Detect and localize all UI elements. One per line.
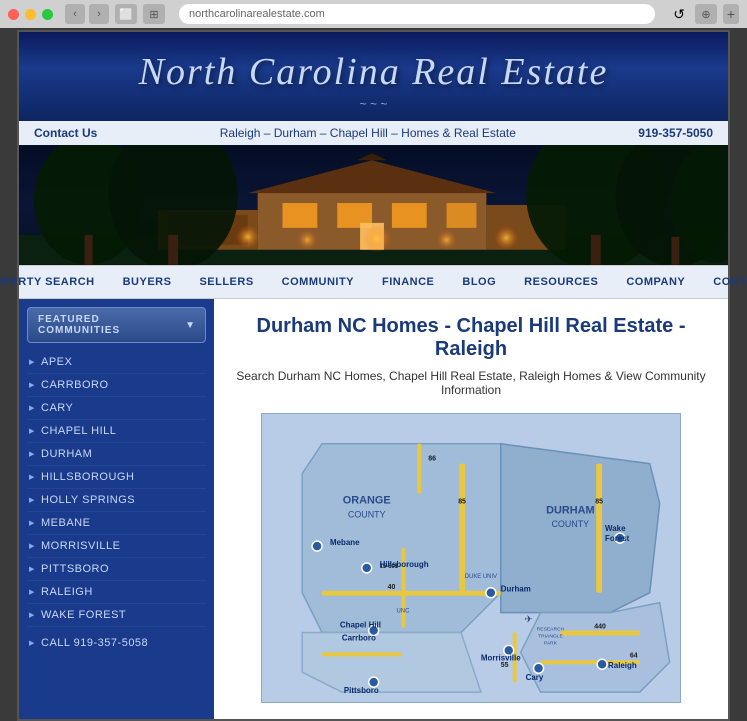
browser-chrome: ‹ › ⬜ ⊞ northcarolinarealestate.com ↺ ⊕ … — [0, 0, 747, 28]
sidebar-item-apex[interactable]: APEX — [27, 351, 206, 374]
svg-text:Durham: Durham — [501, 585, 531, 594]
svg-text:Morrisville: Morrisville — [481, 653, 521, 662]
nav-contact[interactable]: CONTACT — [699, 266, 747, 298]
close-button[interactable] — [8, 9, 19, 20]
svg-text:RESEARCH: RESEARCH — [537, 626, 565, 632]
nav-sellers[interactable]: SELLERS — [185, 266, 267, 298]
map-svg: ORANGE COUNTY DURHAM COUNTY 85 40 86 — [262, 414, 680, 702]
nav-property-search[interactable]: PROPERTY SEARCH — [0, 266, 109, 298]
sidebar-featured-header[interactable]: FEATURED COMMUNITIES ▼ — [27, 307, 206, 343]
sidebar-item-mebane[interactable]: MEBANE — [27, 512, 206, 535]
svg-text:40: 40 — [388, 584, 396, 591]
svg-text:Raleigh: Raleigh — [608, 661, 637, 670]
svg-text:Mebane: Mebane — [330, 538, 360, 547]
nav-finance[interactable]: FINANCE — [368, 266, 448, 298]
sidebar-item-morrisville[interactable]: MORRISVILLE — [27, 535, 206, 558]
nav-buyers[interactable]: BUYERS — [109, 266, 186, 298]
sidebar-item-cary[interactable]: CARY — [27, 397, 206, 420]
browser-nav: ‹ › — [65, 4, 109, 24]
sidebar-item-chapel-hill[interactable]: CHAPEL HILL — [27, 420, 206, 443]
sidebar-item-durham[interactable]: DURHAM — [27, 443, 206, 466]
svg-text:85: 85 — [458, 498, 466, 505]
sidebar: FEATURED COMMUNITIES ▼ APEX CARRBORO CAR… — [19, 299, 214, 719]
new-tab-button[interactable]: + — [723, 4, 739, 24]
svg-text:Pittsboro: Pittsboro — [344, 686, 379, 695]
sidebar-arrow-icon: ▼ — [185, 320, 195, 331]
site-decoration: ~ ~ ~ — [19, 97, 728, 111]
site-header: North Carolina Real Estate ~ ~ ~ — [19, 32, 728, 121]
svg-text:PARK: PARK — [544, 640, 558, 646]
svg-text:440: 440 — [594, 624, 606, 631]
page-title: Durham NC Homes - Chapel Hill Real Estat… — [234, 315, 708, 361]
svg-text:Carrboro: Carrboro — [342, 633, 376, 642]
hero-svg — [19, 145, 728, 265]
back-button[interactable]: ‹ — [65, 4, 85, 24]
svg-text:DUKE UNIV: DUKE UNIV — [465, 574, 497, 580]
page-subtitle: Search Durham NC Homes, Chapel Hill Real… — [234, 369, 708, 397]
site-title: North Carolina Real Estate — [19, 50, 728, 94]
sidebar-list: APEX CARRBORO CARY CHAPEL HILL DURHAM HI… — [27, 351, 206, 627]
reload-icon[interactable]: ↺ — [669, 4, 689, 25]
sidebar-call-link[interactable]: CALL 919-357-5058 — [27, 631, 206, 654]
sidebar-item-carrboro[interactable]: CARRBORO — [27, 374, 206, 397]
nav-blog[interactable]: BLOG — [448, 266, 510, 298]
share-button[interactable]: ⊕ — [695, 4, 717, 24]
sidebar-item-wake-forest[interactable]: WAKE FOREST — [27, 604, 206, 627]
nav-company[interactable]: COMPANY — [612, 266, 699, 298]
svg-text:86: 86 — [428, 456, 436, 463]
sidebar-item-hillsborough[interactable]: HILLSBOROUGH — [27, 466, 206, 489]
view-icon[interactable]: ⊞ — [143, 4, 165, 24]
nav-bar: PROPERTY SEARCH BUYERS SELLERS COMMUNITY… — [19, 265, 728, 299]
svg-text:64: 64 — [630, 652, 638, 659]
svg-text:Wake: Wake — [605, 524, 626, 533]
content-area: Durham NC Homes - Chapel Hill Real Estat… — [214, 299, 728, 719]
tagline: Raleigh – Durham – Chapel Hill – Homes &… — [220, 126, 516, 140]
svg-text:UNC: UNC — [397, 609, 411, 615]
map-container[interactable]: ORANGE COUNTY DURHAM COUNTY 85 40 86 — [261, 413, 681, 703]
sidebar-header-label: FEATURED COMMUNITIES — [38, 314, 185, 336]
svg-text:85: 85 — [595, 498, 603, 505]
sidebar-item-holly-springs[interactable]: HOLLY SPRINGS — [27, 489, 206, 512]
sidebar-item-raleigh[interactable]: RALEIGH — [27, 581, 206, 604]
hero-image — [19, 145, 728, 265]
forward-button[interactable]: › — [89, 4, 109, 24]
maximize-button[interactable] — [42, 9, 53, 20]
svg-text:COUNTY: COUNTY — [348, 509, 386, 519]
phone-number[interactable]: 919-357-5050 — [638, 126, 713, 140]
svg-text:✈: ✈ — [524, 615, 532, 626]
minimize-button[interactable] — [25, 9, 36, 20]
sidebar-item-pittsboro[interactable]: PITTSBORO — [27, 558, 206, 581]
page-icon[interactable]: ⬜ — [115, 4, 137, 24]
svg-text:ORANGE: ORANGE — [343, 494, 391, 506]
svg-text:DURHAM: DURHAM — [546, 504, 594, 516]
nav-resources[interactable]: RESOURCES — [510, 266, 612, 298]
address-bar[interactable]: northcarolinarealestate.com — [179, 4, 655, 24]
svg-text:Forest: Forest — [605, 534, 630, 543]
svg-text:TRIANGLE: TRIANGLE — [538, 633, 563, 639]
nav-community[interactable]: COMMUNITY — [268, 266, 368, 298]
svg-text:55: 55 — [501, 662, 509, 669]
svg-text:COUNTY: COUNTY — [551, 519, 589, 529]
svg-text:Hillsborough: Hillsborough — [380, 560, 429, 569]
svg-text:Chapel Hill: Chapel Hill — [340, 621, 381, 630]
website-wrapper: North Carolina Real Estate ~ ~ ~ Contact… — [17, 30, 730, 721]
contact-bar: Contact Us Raleigh – Durham – Chapel Hil… — [19, 121, 728, 145]
main-content: FEATURED COMMUNITIES ▼ APEX CARRBORO CAR… — [19, 299, 728, 719]
contact-label[interactable]: Contact Us — [34, 126, 97, 140]
